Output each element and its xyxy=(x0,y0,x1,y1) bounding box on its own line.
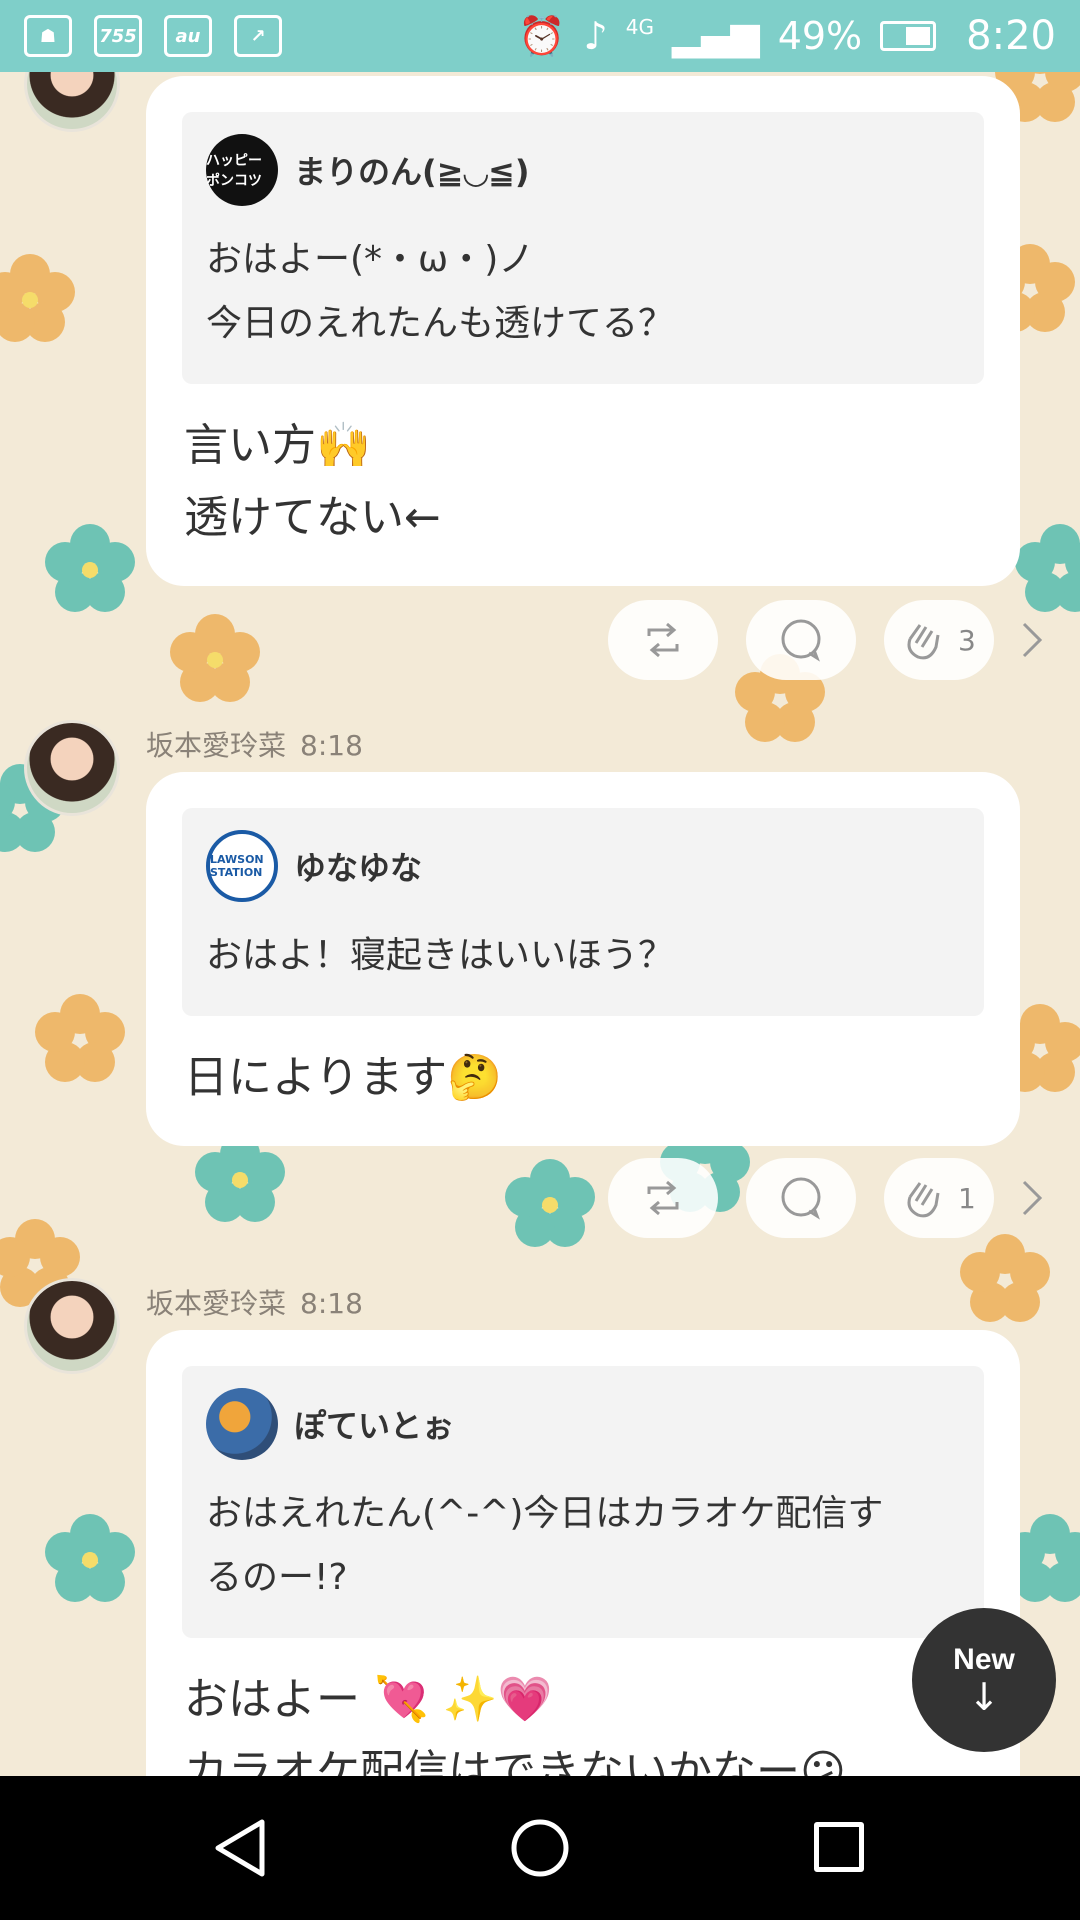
post-actions: 3 xyxy=(0,600,1080,684)
battery-percent: 49% xyxy=(777,14,863,58)
chevron-right-icon[interactable] xyxy=(1018,1176,1046,1220)
clap-icon xyxy=(907,624,940,660)
battery-icon xyxy=(880,21,937,51)
alarm-icon: ⏰ xyxy=(518,13,566,58)
755-app-icon: 755 xyxy=(94,15,142,57)
author-line: 坂本愛玲菜 8:18 xyxy=(146,724,363,764)
message-bubble: ハッピー ポンコツ まりのん(≧◡≦) おはよー(*・ω・)ノ 今日のえれたんも… xyxy=(146,76,1020,586)
clap-button[interactable]: 3 xyxy=(884,600,994,680)
new-messages-button[interactable]: New ↓ xyxy=(912,1608,1056,1752)
repost-icon xyxy=(647,622,679,658)
home-icon[interactable] xyxy=(510,1816,570,1880)
quoted-text: おはよ！寝起きはいいほう？ xyxy=(206,935,675,976)
music-note-icon: ♪ xyxy=(583,14,608,58)
message-bubble: ぽていとぉ おはえれたん(^-^)今日はカラオケ配信す るのー!? おはよー 💘… xyxy=(146,1330,1020,1776)
clock-time: 8:20 xyxy=(966,13,1056,59)
signal-icon: ▂▄▆ xyxy=(672,14,760,58)
author-name[interactable]: 坂本愛玲菜 xyxy=(146,729,286,762)
quoted-user-avatar: LAWSON STATION xyxy=(206,830,278,902)
comment-icon xyxy=(781,619,821,662)
repost-button[interactable] xyxy=(608,600,718,680)
avatar[interactable] xyxy=(24,72,120,132)
post-time: 8:18 xyxy=(300,729,363,762)
clap-count: 1 xyxy=(958,1181,976,1215)
quoted-user-name: ぽていとぉ xyxy=(294,1407,455,1445)
comment-button[interactable] xyxy=(746,600,856,680)
arrow-down-icon: ↓ xyxy=(968,1675,1000,1719)
clap-count: 3 xyxy=(958,623,976,657)
reply-text: 言い方🙌 透けてない← xyxy=(184,420,441,543)
quoted-user-avatar xyxy=(206,1388,278,1460)
quoted-message[interactable]: ぽていとぉ おはえれたん(^-^)今日はカラオケ配信す るのー!? xyxy=(182,1366,984,1638)
reply-text: 日によります🤔 xyxy=(184,1052,502,1103)
quoted-text: おはよー(*・ω・)ノ 今日のえれたんも透けてる？ xyxy=(206,239,675,344)
quoted-message[interactable]: ハッピー ポンコツ まりのん(≧◡≦) おはよー(*・ω・)ノ 今日のえれたんも… xyxy=(182,112,984,384)
status-bar: ☗ 755 au ↗ ⏰ ♪ 4G ▂▄▆ 49% 8:20 xyxy=(0,0,1080,72)
clap-button[interactable]: 1 xyxy=(884,1158,994,1238)
comment-button[interactable] xyxy=(746,1158,856,1238)
quoted-message[interactable]: LAWSON STATION ゆなゆな おはよ！寝起きはいいほう？ xyxy=(182,808,984,1016)
clap-icon xyxy=(907,1182,940,1218)
back-icon[interactable] xyxy=(210,1816,270,1880)
new-label: New xyxy=(953,1643,1015,1676)
post-actions: 1 xyxy=(0,1158,1080,1242)
quoted-user-avatar: ハッピー ポンコツ xyxy=(206,134,278,206)
reply-text: おはよー 💘 ✨💗 カラオケ配信はできないかなー😕 xyxy=(184,1674,846,1776)
message-feed[interactable]: ハッピー ポンコツ まりのん(≧◡≦) おはよー(*・ω・)ノ 今日のえれたんも… xyxy=(0,72,1080,1776)
author-line: 坂本愛玲菜 8:18 xyxy=(146,1282,363,1322)
quoted-user-name: ゆなゆな xyxy=(294,849,423,887)
repost-button[interactable] xyxy=(608,1158,718,1238)
repost-icon xyxy=(647,1180,679,1216)
share-icon: ↗ xyxy=(234,15,282,57)
quoted-user-name: まりのん(≧◡≦) xyxy=(294,153,530,191)
avatar[interactable] xyxy=(24,720,120,816)
navigation-bar xyxy=(0,1776,1080,1920)
message-bubble: LAWSON STATION ゆなゆな おはよ！寝起きはいいほう？ 日によります… xyxy=(146,772,1020,1146)
author-name[interactable]: 坂本愛玲菜 xyxy=(146,1287,286,1320)
au-app-icon: au xyxy=(164,15,212,57)
network-type: 4G xyxy=(625,15,655,39)
comment-icon xyxy=(781,1177,821,1220)
avatar[interactable] xyxy=(24,1278,120,1374)
chevron-right-icon[interactable] xyxy=(1018,618,1046,662)
quoted-text: おはえれたん(^-^)今日はカラオケ配信す るのー!? xyxy=(206,1493,884,1598)
contacts-icon: ☗ xyxy=(24,15,72,57)
post-time: 8:18 xyxy=(300,1287,363,1320)
recent-apps-icon[interactable] xyxy=(814,1822,864,1872)
